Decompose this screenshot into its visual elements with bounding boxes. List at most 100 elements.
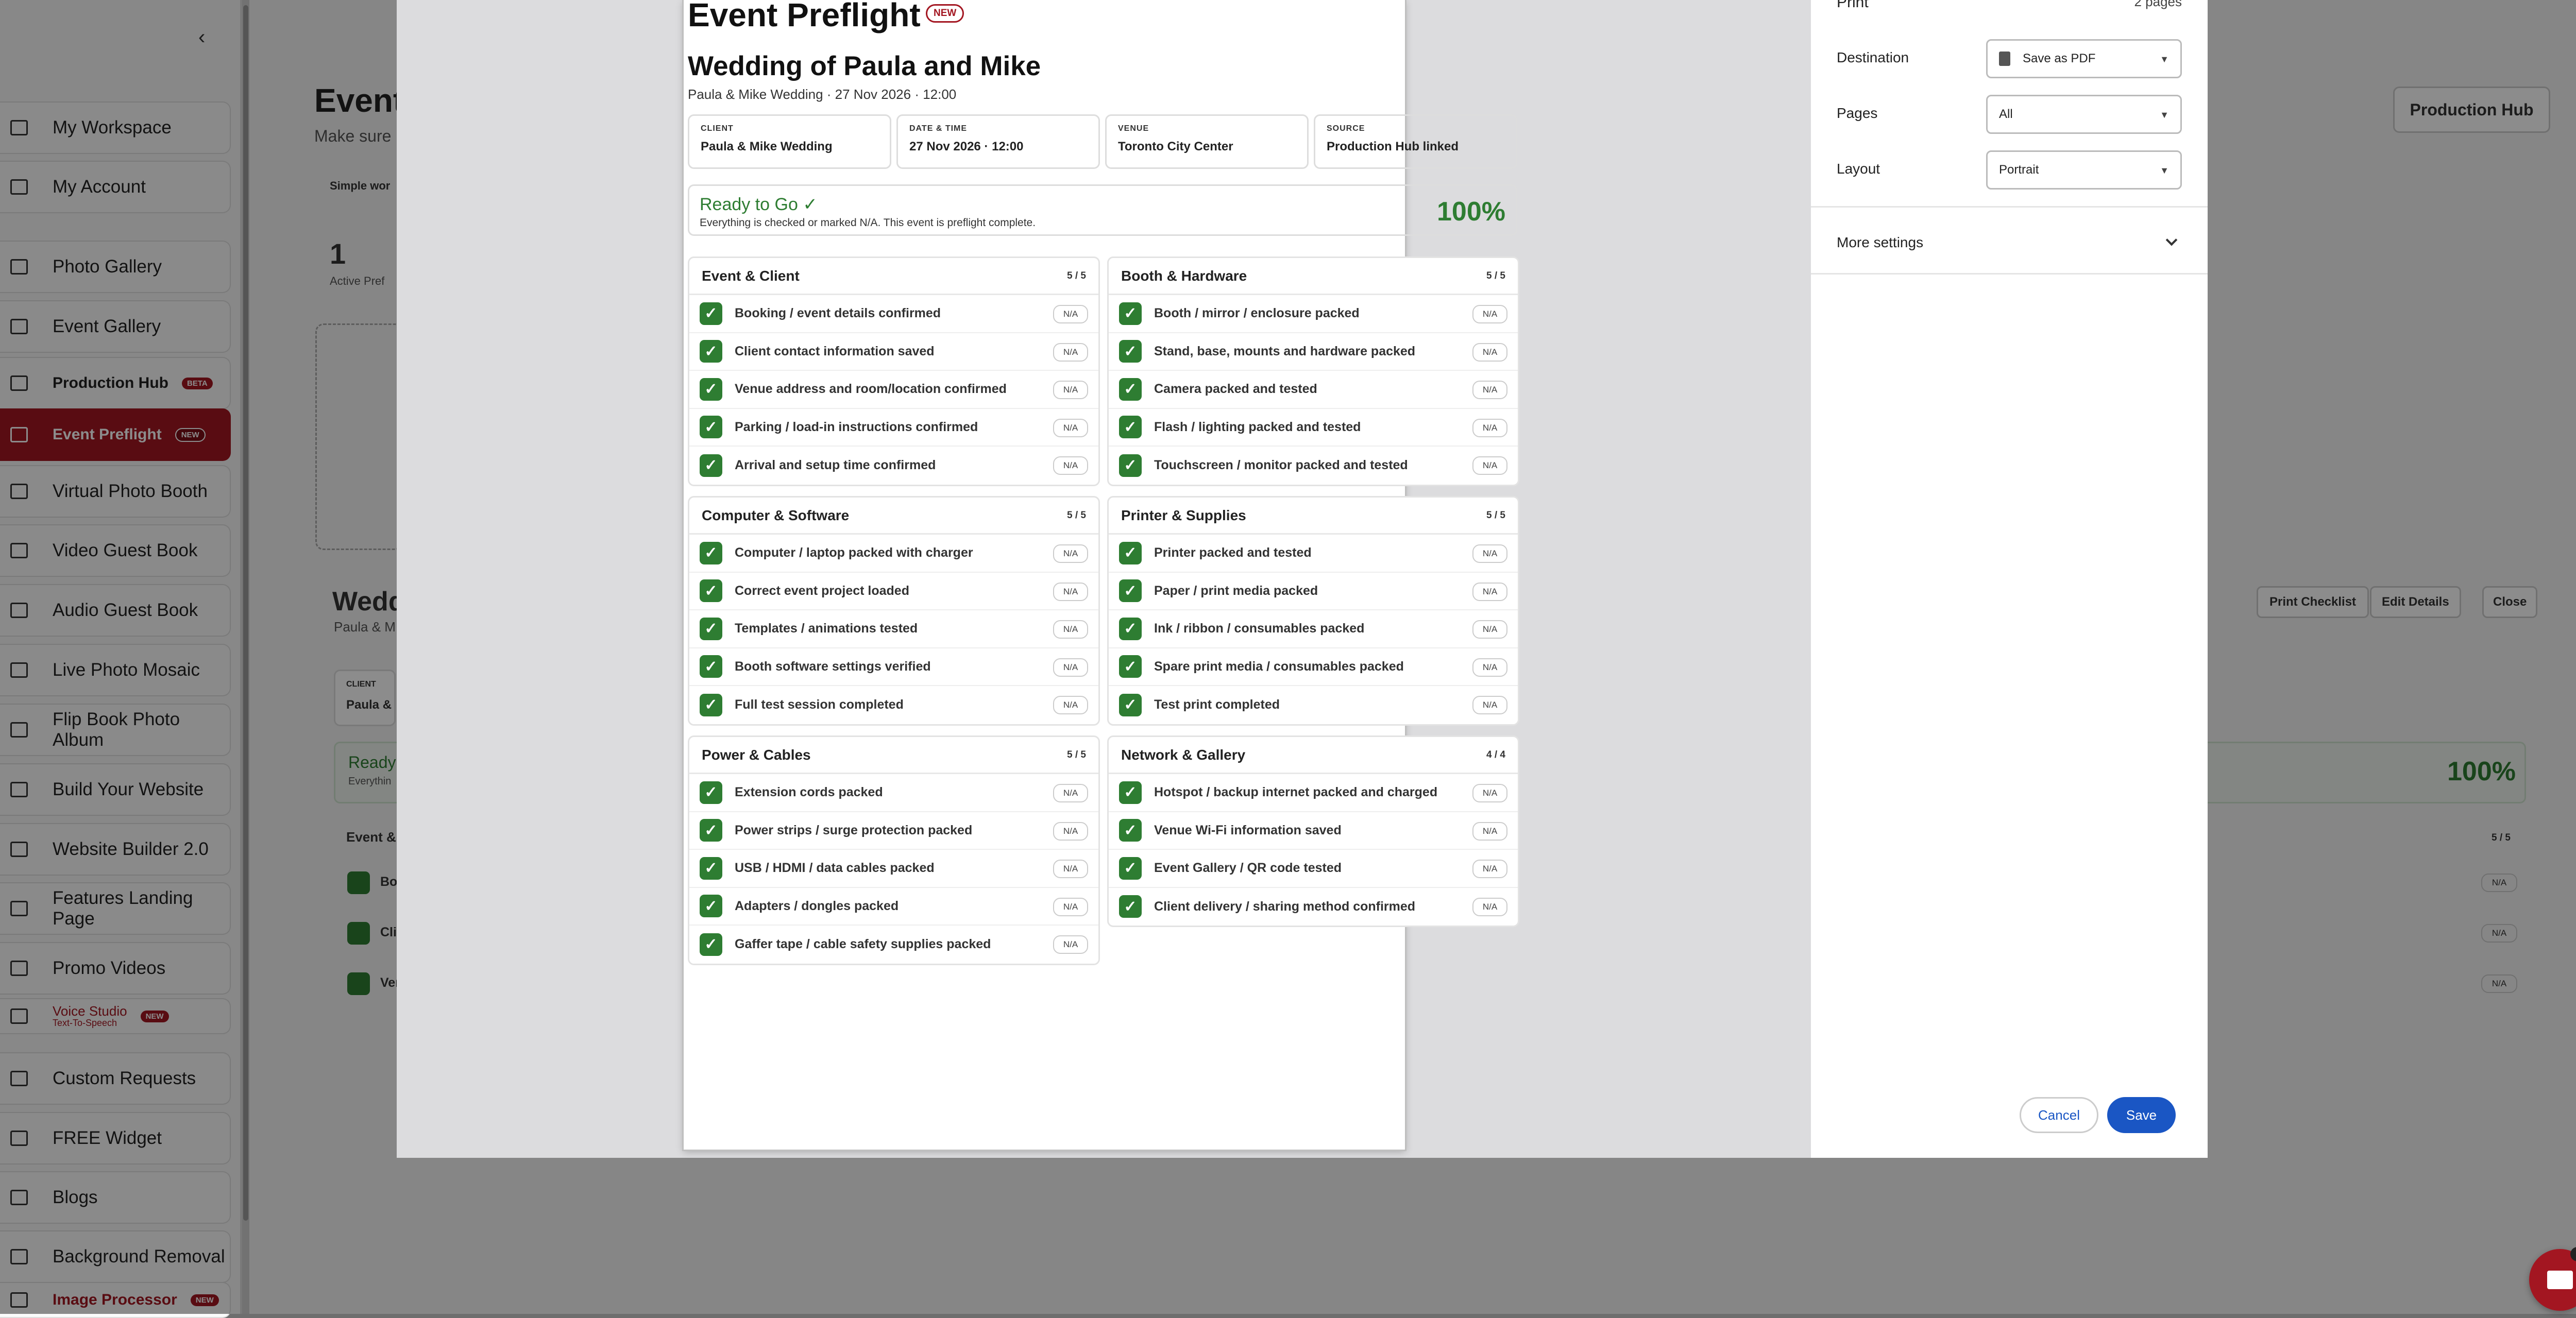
- checklist-item: ✓ Templates / animations tested N/A: [689, 610, 1098, 648]
- section-title: Power & Cables: [702, 746, 811, 763]
- section-header: Printer & Supplies 5 / 5: [1109, 498, 1518, 535]
- checklist-item-label: Booth / mirror / enclosure packed: [1154, 306, 1360, 321]
- checklist-item: ✓ Camera packed and tested N/A: [1109, 371, 1518, 409]
- checkmark-icon: ✓: [1119, 416, 1142, 439]
- info-key: DATE & TIME: [909, 124, 968, 133]
- na-badge: N/A: [1053, 935, 1088, 954]
- pages-value: All: [1999, 107, 2013, 121]
- na-badge: N/A: [1053, 381, 1088, 399]
- checklist-item-label: Spare print media / consumables packed: [1154, 659, 1404, 674]
- page-count: 2 pages: [2134, 0, 2182, 9]
- checklist-item-label: Booking / event details confirmed: [735, 306, 941, 321]
- print-settings-panel: Print 2 pages Destination Save as PDF ▼ …: [1811, 0, 2208, 1158]
- checklist-item: ✓ Ink / ribbon / consumables packed N/A: [1109, 610, 1518, 648]
- checklist-item-label: Power strips / surge protection packed: [735, 823, 973, 837]
- na-badge: N/A: [1053, 620, 1088, 639]
- checklist-section: Printer & Supplies 5 / 5 ✓ Printer packed a…: [1107, 496, 1519, 726]
- checklist-item: ✓ Printer packed and tested N/A: [1109, 535, 1518, 573]
- ready-subtitle: Everything is checked or marked N/A. Thi…: [700, 217, 1036, 229]
- section-header: Network & Gallery 4 / 4: [1109, 737, 1518, 774]
- print-title: Print: [1837, 0, 1869, 11]
- na-badge: N/A: [1472, 860, 1507, 878]
- na-badge: N/A: [1472, 897, 1507, 916]
- checkmark-icon: ✓: [1119, 895, 1142, 918]
- info-source: SOURCE Production Hub linked: [1314, 114, 1517, 169]
- na-badge: N/A: [1053, 544, 1088, 563]
- section-title: Network & Gallery: [1121, 746, 1246, 763]
- divider: [1811, 273, 2208, 275]
- event-name: Wedding of Paula and Mike: [688, 51, 1041, 81]
- destination-label: Destination: [1837, 49, 1909, 65]
- section-title: Computer & Software: [702, 507, 850, 523]
- checklist-item: ✓ Booth software settings verified N/A: [689, 648, 1098, 686]
- checklist-item: ✓ USB / HDMI / data cables packed N/A: [689, 850, 1098, 888]
- checkmark-icon: ✓: [700, 693, 722, 716]
- section-count: 5 / 5: [1067, 749, 1086, 760]
- more-settings-label: More settings: [1837, 234, 1924, 250]
- checkmark-icon: ✓: [1119, 541, 1142, 564]
- checklist-item: ✓ Booking / event details confirmed N/A: [689, 295, 1098, 333]
- checklist-section: Booth & Hardware 5 / 5 ✓ Booth / mirror / e…: [1107, 256, 1519, 486]
- info-key: SOURCE: [1327, 124, 1365, 133]
- new-badge: NEW: [926, 4, 964, 23]
- checklist-item-label: Templates / animations tested: [735, 621, 918, 636]
- checklist-item-label: Adapters / dongles packed: [735, 898, 899, 913]
- checkmark-icon: ✓: [700, 340, 722, 363]
- na-badge: N/A: [1053, 784, 1088, 802]
- checklist-item: ✓ Extension cords packed N/A: [689, 774, 1098, 812]
- section-count: 5 / 5: [1486, 270, 1505, 281]
- checklist-item: ✓ Client delivery / sharing method confir…: [1109, 888, 1518, 926]
- checkmark-icon: ✓: [1119, 302, 1142, 325]
- checklist-item: ✓ Event Gallery / QR code tested N/A: [1109, 850, 1518, 888]
- dropdown-arrow-icon: ▼: [2160, 54, 2169, 64]
- pages-select[interactable]: All ▼: [1986, 95, 2182, 134]
- checklist-item-label: Venue Wi-Fi information saved: [1154, 823, 1342, 837]
- info-key: VENUE: [1118, 124, 1149, 133]
- more-settings-toggle[interactable]: More settings: [1811, 211, 2208, 273]
- event-subtitle: Paula & Mike Wedding · 27 Nov 2026 · 12:…: [688, 87, 957, 102]
- checkmark-icon: ✓: [1119, 857, 1142, 880]
- checkmark-icon: ✓: [1119, 655, 1142, 678]
- checklist-item-label: Hotspot / backup internet packed and cha…: [1154, 785, 1438, 800]
- destination-value: Save as PDF: [2023, 52, 2096, 65]
- na-badge: N/A: [1053, 582, 1088, 601]
- na-badge: N/A: [1472, 784, 1507, 802]
- checklist-item: ✓ Full test session completed N/A: [689, 686, 1098, 724]
- checklist-item: ✓ Test print completed N/A: [1109, 686, 1518, 724]
- checklist-item: ✓ Booth / mirror / enclosure packed N/A: [1109, 295, 1518, 333]
- checklist-item: ✓ Paper / print media packed N/A: [1109, 573, 1518, 610]
- layout-select[interactable]: Portrait ▼: [1986, 150, 2182, 190]
- save-button[interactable]: Save: [2107, 1097, 2176, 1133]
- checklist-item-label: Arrival and setup time confirmed: [735, 458, 936, 473]
- checklist-item: ✓ Hotspot / backup internet packed and ch…: [1109, 774, 1518, 812]
- info-venue: VENUE Toronto City Center: [1105, 114, 1309, 169]
- checklist-item: ✓ Correct event project loaded N/A: [689, 573, 1098, 610]
- checkmark-icon: ✓: [1119, 693, 1142, 716]
- checklist-item: ✓ Parking / load-in instructions confirme…: [689, 409, 1098, 447]
- checkmark-icon: ✓: [1119, 340, 1142, 363]
- ready-percent: 100%: [1437, 197, 1505, 227]
- checkmark-icon: ✓: [700, 933, 722, 956]
- checklist-item: ✓ Client contact information saved N/A: [689, 333, 1098, 371]
- ready-title: Ready to Go ✓: [700, 195, 818, 214]
- checklist-item-label: Flash / lighting packed and tested: [1154, 419, 1361, 434]
- checklist-item-label: Full test session completed: [735, 697, 904, 712]
- na-badge: N/A: [1053, 418, 1088, 437]
- info-client: CLIENT Paula & Mike Wedding: [688, 114, 891, 169]
- section-title: Printer & Supplies: [1121, 507, 1246, 523]
- section-header: Booth & Hardware 5 / 5: [1109, 258, 1518, 295]
- section-header: Power & Cables 5 / 5: [689, 737, 1098, 774]
- checkmark-icon: ✓: [700, 819, 722, 842]
- cancel-button[interactable]: Cancel: [2020, 1097, 2098, 1133]
- checklist-item-label: Venue address and room/location confirme…: [735, 382, 1007, 397]
- checkmark-icon: ✓: [1119, 579, 1142, 603]
- checklist-section: Event & Client 5 / 5 ✓ Booking / event deta…: [688, 256, 1100, 486]
- destination-select[interactable]: Save as PDF ▼: [1986, 39, 2182, 78]
- section-header: Event & Client 5 / 5: [689, 258, 1098, 295]
- checklist-item: ✓ Adapters / dongles packed N/A: [689, 888, 1098, 926]
- info-key: CLIENT: [701, 124, 734, 133]
- checkmark-icon: ✓: [700, 416, 722, 439]
- checklist-item-label: Printer packed and tested: [1154, 545, 1312, 560]
- checklist-item-label: Test print completed: [1154, 697, 1280, 712]
- layout-label: Layout: [1837, 161, 1880, 177]
